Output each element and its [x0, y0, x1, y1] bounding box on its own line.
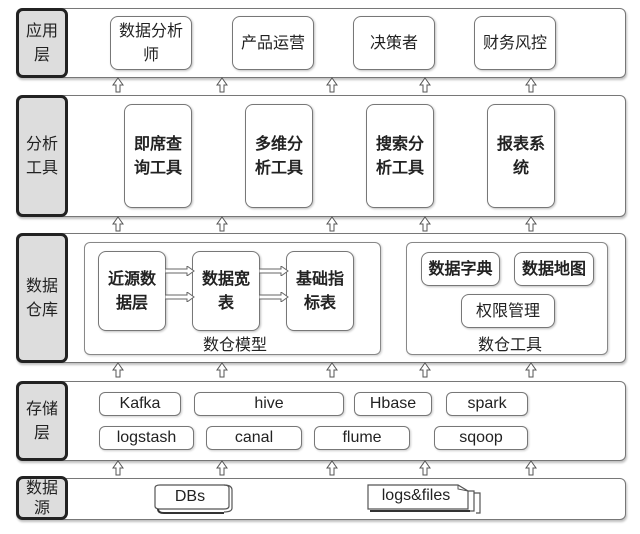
box-line: 基础指 — [295, 269, 344, 288]
box-line: 师 — [142, 45, 159, 64]
flow-arrow-up-icon — [326, 216, 338, 232]
label-line: 数据 — [25, 478, 58, 497]
flow-arrow-up-icon — [216, 460, 228, 476]
box-line: 数据字典 — [428, 259, 493, 278]
label-line: 分析 — [25, 134, 58, 153]
box-line: 近源数 — [107, 269, 156, 288]
source-dbs: DBs — [174, 488, 206, 505]
box-line: 析工具 — [254, 158, 303, 177]
warehouse-tools-caption: 数仓工具 — [477, 335, 542, 354]
flow-arrow-up-icon — [419, 216, 431, 232]
box-line: 产品运营 — [240, 33, 305, 52]
app-item-data-analyst: 数据分析师 — [110, 16, 192, 70]
source-logs-files: logs&files — [381, 487, 451, 504]
flow-arrow-up-icon — [419, 362, 431, 378]
analysis-tools-layer-label: 分析 工具 — [16, 95, 68, 217]
model-base-metrics: 基础指 标表 — [286, 251, 354, 331]
storage-kafka: Kafka — [99, 392, 181, 416]
box-line: 决策者 — [369, 33, 418, 52]
box-line: 表 — [217, 293, 234, 312]
flow-arrow-right-icon — [165, 266, 195, 276]
flow-arrow-up-icon — [216, 77, 228, 93]
box-line: 数据宽 — [201, 269, 250, 288]
box-line: 数据地图 — [521, 259, 586, 278]
flow-arrow-up-icon — [525, 362, 537, 378]
flow-arrow-up-icon — [525, 77, 537, 93]
tool-olap: 多维分 析工具 — [245, 104, 313, 208]
box-line: 搜索分 — [375, 134, 424, 153]
flow-arrow-up-icon — [216, 216, 228, 232]
storage-hive: hive — [194, 392, 344, 416]
label-line: 源 — [33, 498, 50, 517]
flow-arrow-up-icon — [326, 362, 338, 378]
tool-permission-management: 权限管理 — [461, 294, 555, 328]
box-line: 据层 — [115, 293, 148, 312]
tool-data-dictionary: 数据字典 — [421, 252, 500, 286]
data-warehouse-layer-label: 数据 仓库 — [16, 233, 68, 363]
flow-arrow-up-icon — [525, 460, 537, 476]
flow-arrow-up-icon — [419, 77, 431, 93]
tool-report-system: 报表系统 — [487, 104, 555, 208]
flow-arrow-up-icon — [112, 362, 124, 378]
box-line: 询工具 — [133, 158, 182, 177]
application-layer-label: 应用层 — [16, 8, 68, 78]
flow-arrow-up-icon — [419, 460, 431, 476]
label-line: 数据 — [25, 276, 58, 295]
box-line: 析工具 — [375, 158, 424, 177]
box-line: 权限管理 — [475, 301, 540, 320]
flow-arrow-up-icon — [326, 460, 338, 476]
flow-arrow-up-icon — [326, 77, 338, 93]
data-source-layer — [16, 478, 626, 520]
tool-adhoc-query: 即席查 询工具 — [124, 104, 192, 208]
flow-arrow-up-icon — [525, 216, 537, 232]
flow-arrow-right-icon — [165, 292, 195, 302]
label-line: 存储 — [25, 399, 58, 418]
data-source-layer-label: 数据源 — [16, 476, 68, 520]
model-ods-layer: 近源数 据层 — [98, 251, 166, 331]
app-item-finance-risk: 财务风控 — [474, 16, 556, 70]
model-wide-table: 数据宽表 — [192, 251, 260, 331]
box-line: 即席查 — [133, 134, 182, 153]
box-line: 标表 — [303, 293, 336, 312]
app-item-decision-maker: 决策者 — [353, 16, 435, 70]
storage-layer-label: 存储层 — [16, 381, 68, 461]
flow-arrow-up-icon — [216, 362, 228, 378]
flow-arrow-up-icon — [112, 216, 124, 232]
app-item-product-ops: 产品运营 — [232, 16, 314, 70]
label-line: 应用 — [25, 21, 58, 40]
box-line: 统 — [512, 158, 529, 177]
label-line: 仓库 — [25, 300, 58, 319]
storage-hbase: Hbase — [354, 392, 432, 416]
box-line: 报表系 — [496, 134, 545, 153]
label-line: 工具 — [25, 158, 58, 177]
storage-spark: spark — [446, 392, 528, 416]
box-line: 多维分 — [254, 134, 303, 153]
storage-logstash: logstash — [99, 426, 194, 450]
tool-search-analysis: 搜索分 析工具 — [366, 104, 434, 208]
flow-arrow-right-icon — [259, 292, 289, 302]
tool-data-map: 数据地图 — [514, 252, 594, 286]
flow-arrow-up-icon — [112, 460, 124, 476]
label-line: 层 — [33, 45, 50, 64]
label-line: 层 — [33, 423, 50, 442]
storage-flume: flume — [314, 426, 410, 450]
storage-sqoop: sqoop — [434, 426, 528, 450]
box-line: 财务风控 — [482, 33, 547, 52]
storage-canal: canal — [206, 426, 302, 450]
box-line: 数据分析 — [118, 21, 183, 40]
flow-arrow-up-icon — [112, 77, 124, 93]
warehouse-model-caption: 数仓模型 — [202, 335, 267, 354]
flow-arrow-right-icon — [259, 266, 289, 276]
